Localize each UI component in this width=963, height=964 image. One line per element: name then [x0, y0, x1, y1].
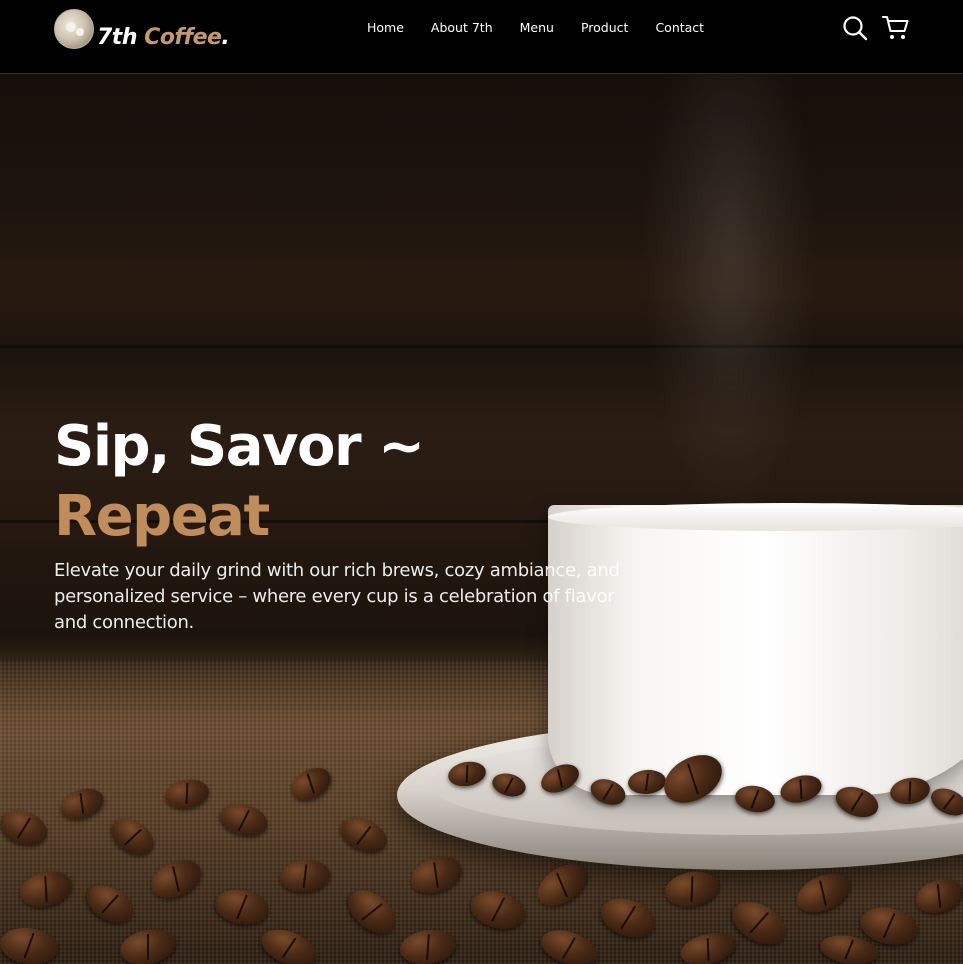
page: 7th Coffee. Home About 7th Menu Product …	[0, 0, 963, 964]
nav-link-contact[interactable]: Contact	[655, 20, 704, 35]
hero-description: Elevate your daily grind with our rich b…	[54, 560, 620, 633]
main-nav: Home About 7th Menu Product Contact	[367, 20, 731, 35]
nav-link-product[interactable]: Product	[581, 20, 628, 35]
hero-title-line2: Repeat	[54, 484, 270, 549]
brand-logo[interactable]: 7th Coffee.	[54, 7, 230, 50]
nav-link-about[interactable]: About 7th	[431, 20, 493, 35]
brand-name-dot: .	[221, 25, 230, 50]
navbar: 7th Coffee. Home About 7th Menu Product …	[0, 0, 963, 74]
logo-image	[54, 8, 94, 49]
brand-name-word: Coffee	[144, 25, 222, 50]
search-icon[interactable]	[842, 15, 868, 41]
brand-name: 7th Coffee.	[97, 25, 230, 50]
nav-link-menu[interactable]: Menu	[520, 20, 554, 35]
brand-name-number: 7th	[97, 25, 138, 50]
cart-icon[interactable]	[882, 15, 910, 41]
hero-title-line1: Sip, Savor ~	[54, 414, 425, 479]
hero-section: Sip, Savor ~ Repeat Elevate your daily g…	[54, 412, 624, 654]
nav-icons	[842, 15, 910, 41]
nav-link-home[interactable]: Home	[367, 20, 404, 35]
steam-effect	[640, 70, 820, 530]
